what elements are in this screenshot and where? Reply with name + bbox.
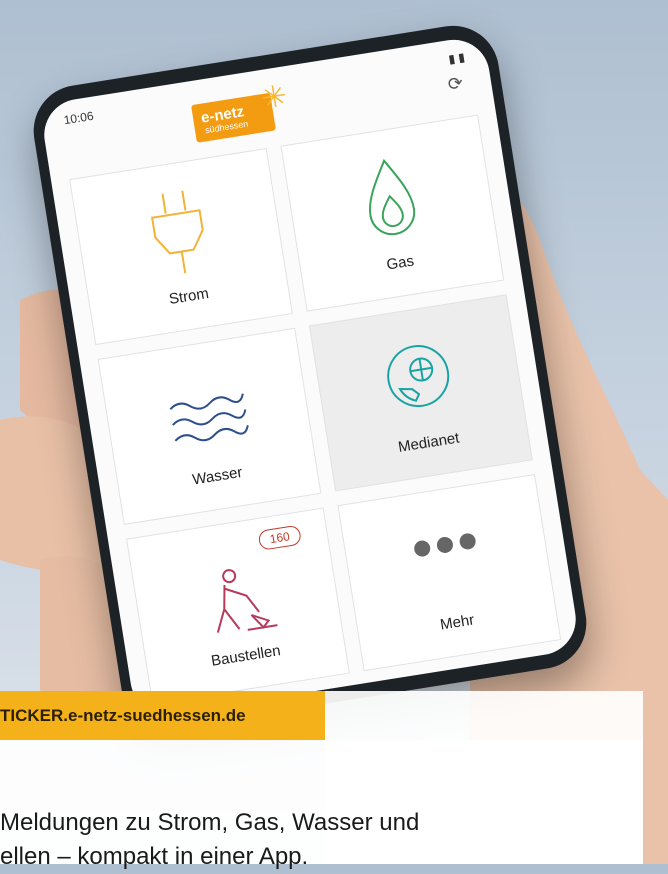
tile-label: Wasser (191, 463, 244, 489)
tile-baustellen[interactable]: 160 Baustellen (126, 507, 350, 705)
tile-label: Medianet (396, 429, 461, 456)
flame-icon (368, 158, 416, 236)
tile-wasser[interactable]: Wasser (97, 327, 322, 525)
caption-line2: ellen – kompakt in einer App. (0, 843, 309, 870)
caption-line1: Meldungen zu Strom, Gas, Wasser und (0, 809, 420, 836)
waves-icon (169, 393, 249, 442)
app-screen: 10:06 ▮ ▮ e-netz südhessen ✳ ⟳ Strom Gas… (39, 34, 581, 720)
smartphone: 10:06 ▮ ▮ e-netz südhessen ✳ ⟳ Strom Gas… (27, 19, 593, 735)
phone-globe-icon (387, 345, 450, 408)
tile-strom[interactable]: Strom (69, 147, 293, 346)
dots-icon (414, 533, 476, 557)
status-time: 10:06 (62, 108, 95, 128)
tile-label: Strom (167, 284, 210, 308)
tile-medianet[interactable]: Medianet (308, 294, 533, 492)
plug-icon (150, 190, 204, 274)
tile-mehr[interactable]: Mehr (337, 474, 562, 672)
tile-label: Gas (385, 252, 416, 274)
ticker-url[interactable]: TICKER.e-netz-suedhessen.de (0, 706, 246, 726)
logo-star-icon: ✳ (259, 79, 290, 116)
ticker-banner: TICKER.e-netz-suedhessen.de (0, 691, 325, 740)
sync-icon[interactable]: ⟳ (446, 73, 464, 96)
tile-gas[interactable]: Gas (280, 114, 505, 312)
baustellen-count-badge: 160 (257, 524, 303, 551)
tile-grid: Strom Gas Wasser Medianet 160 Baustellen… (69, 114, 562, 705)
tile-label: Mehr (439, 611, 476, 634)
status-icons: ▮ ▮ (447, 49, 466, 67)
